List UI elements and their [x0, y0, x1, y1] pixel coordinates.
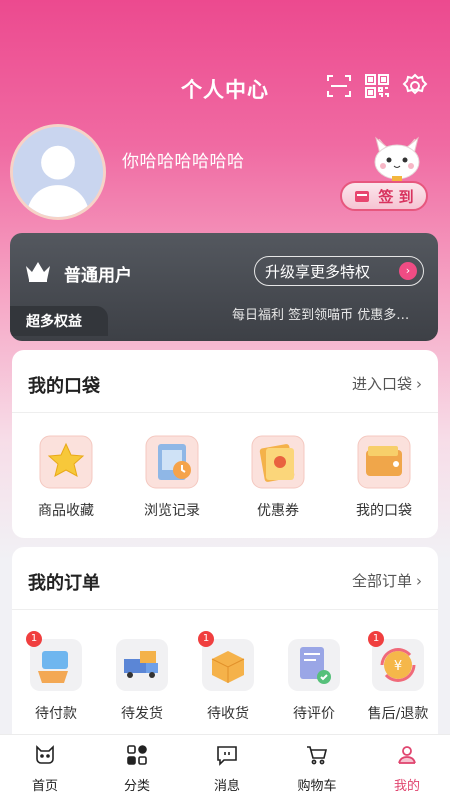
header: 个人中心 [0, 0, 450, 120]
tab-label: 分类 [123, 779, 150, 794]
orders-link-label: 全部订单 [351, 572, 412, 590]
signin-button[interactable]: 签 到 [340, 181, 428, 211]
tab-home[interactable]: 首页 [10, 743, 80, 794]
badge: 1 [26, 631, 42, 647]
coupon-icon [250, 434, 306, 490]
tab-messages[interactable]: 消息 [192, 743, 262, 794]
tab-label: 消息 [213, 779, 240, 794]
orders-card: 我的订单 全部订单 › 1 待付款 待发货 1 待收货 待评价 ¥ 1 售后/退… [12, 547, 438, 734]
message-icon [217, 746, 237, 766]
pocket-item-label: 浏览记录 [144, 503, 200, 519]
orders-link[interactable]: 全部订单 › [352, 570, 422, 591]
chevron-right-icon: › [416, 572, 422, 590]
tab-label: 我的 [393, 779, 420, 794]
chevron-right-icon: › [399, 262, 417, 280]
qrcode-icon[interactable] [364, 73, 390, 99]
pocket-item-coupons[interactable]: 优惠券 [238, 434, 318, 520]
upgrade-button[interactable]: 升级享更多特权 › [254, 256, 424, 286]
svg-text:¥: ¥ [394, 659, 402, 674]
order-item-to-review[interactable]: 待评价 [274, 637, 354, 723]
scan-icon[interactable] [326, 73, 352, 99]
orders-title: 我的订单 [28, 573, 100, 594]
wallet-icon [356, 434, 412, 490]
vip-perks: 每日福利 签到领喵币 优惠多… [232, 308, 410, 323]
receive-icon: 1 [198, 631, 256, 693]
order-item-label: 待付款 [35, 706, 77, 722]
tab-label: 首页 [31, 779, 58, 794]
divider [12, 412, 438, 413]
upgrade-label: 升级享更多特权 [265, 262, 371, 281]
category-icon [127, 745, 147, 765]
history-icon [144, 434, 200, 490]
pocket-card: 我的口袋 进入口袋 › 商品收藏 浏览记录 优惠券 我的口袋 [12, 350, 438, 538]
star-icon [38, 434, 94, 490]
pocket-item-wallet[interactable]: 我的口袋 [344, 434, 424, 520]
pocket-link-label: 进入口袋 [351, 375, 412, 393]
order-item-refund[interactable]: ¥ 1 售后/退款 [358, 631, 438, 723]
signin-icon [354, 188, 370, 204]
order-item-to-ship[interactable]: 待发货 [102, 637, 182, 723]
order-item-pending-payment[interactable]: 1 待付款 [16, 631, 96, 723]
settings-icon[interactable] [402, 73, 428, 99]
pocket-link[interactable]: 进入口袋 › [352, 373, 422, 394]
home-cat-icon [36, 745, 54, 764]
avatar[interactable] [10, 124, 106, 220]
vip-card[interactable]: 普通用户 升级享更多特权 › 超多权益 每日福利 签到领喵币 优惠多… [10, 233, 438, 341]
pocket-item-history[interactable]: 浏览记录 [132, 434, 212, 520]
pocket-item-label: 优惠券 [257, 503, 299, 519]
signin-label: 签 到 [378, 187, 414, 206]
cat-mascot-icon [370, 132, 424, 182]
refund-icon: ¥ 1 [368, 631, 426, 693]
divider [12, 609, 438, 610]
pay-icon: 1 [26, 631, 84, 693]
order-item-label: 待发货 [121, 706, 163, 722]
review-icon [286, 637, 342, 693]
order-item-label: 待评价 [293, 706, 335, 722]
order-item-label: 售后/退款 [367, 706, 429, 722]
cart-icon [307, 746, 328, 765]
tab-category[interactable]: 分类 [102, 743, 172, 794]
tab-bar: 首页 分类 消息 购物车 我的 [0, 734, 450, 800]
tab-label: 购物车 [297, 779, 337, 794]
pocket-title: 我的口袋 [28, 376, 100, 397]
pocket-item-label: 我的口袋 [356, 503, 412, 519]
pocket-item-favorites[interactable]: 商品收藏 [26, 434, 106, 520]
badge: 1 [368, 631, 384, 647]
ship-icon [114, 637, 170, 693]
crown-icon [24, 260, 52, 282]
vip-level: 普通用户 [64, 266, 132, 286]
tab-cart[interactable]: 购物车 [282, 743, 352, 794]
tab-profile[interactable]: 我的 [372, 743, 442, 794]
badge: 1 [198, 631, 214, 647]
order-item-label: 待收货 [207, 706, 249, 722]
pocket-item-label: 商品收藏 [38, 503, 94, 519]
profile-icon [398, 746, 416, 764]
username[interactable]: 你哈哈哈哈哈哈 [122, 147, 245, 172]
order-item-to-receive[interactable]: 1 待收货 [188, 631, 268, 723]
chevron-right-icon: › [416, 375, 422, 393]
vip-tag: 超多权益 [10, 306, 108, 336]
